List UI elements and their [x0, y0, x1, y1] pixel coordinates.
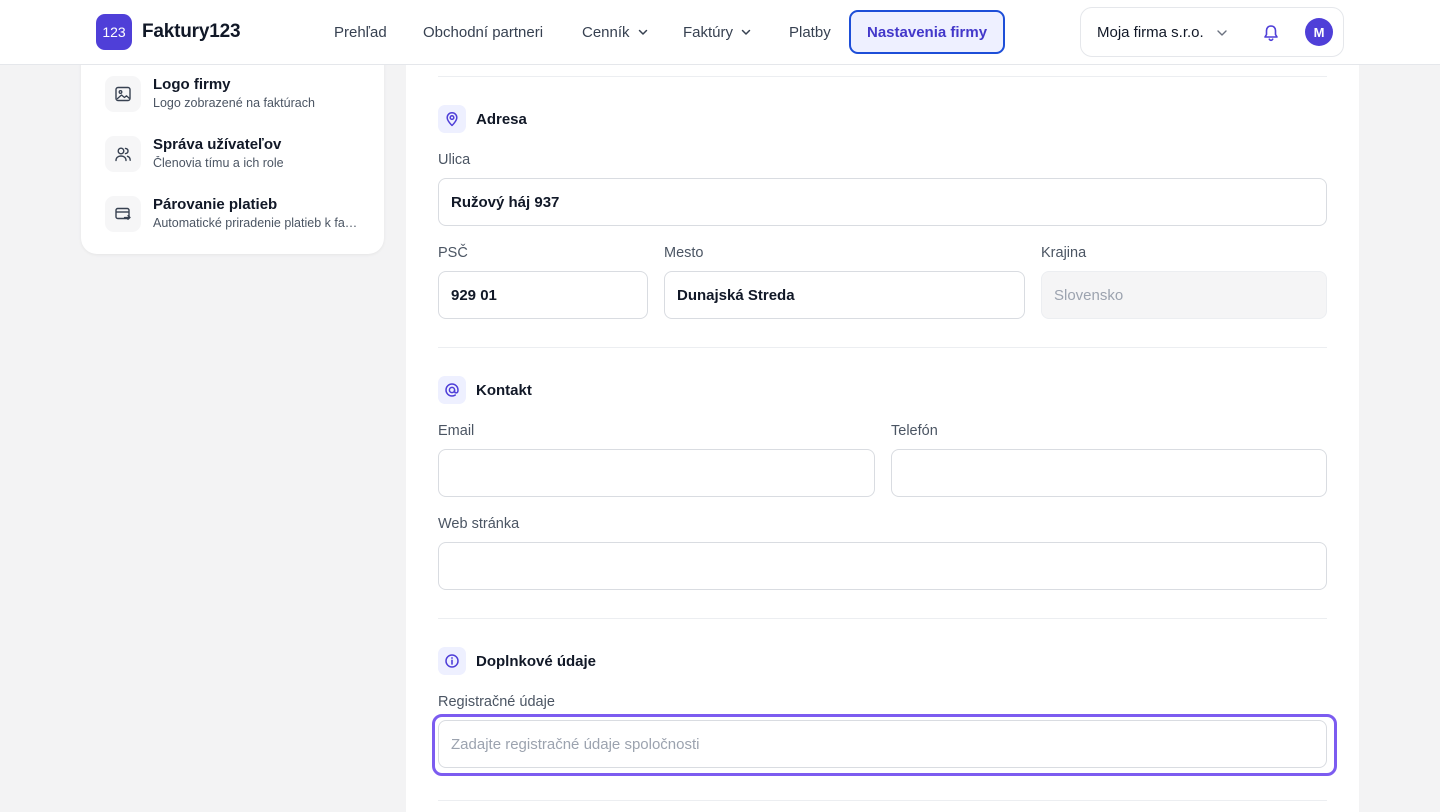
email-field[interactable] — [438, 449, 875, 497]
nav-item-payments[interactable]: Platby — [789, 10, 831, 54]
chevron-down-icon[interactable] — [1216, 27, 1228, 39]
phone-field[interactable] — [891, 449, 1327, 497]
company-settings-form: Adresa Ulica PSČ Mesto Krajina Kontakt E… — [406, 40, 1359, 812]
account-switcher: Moja firma s.r.o. M — [1080, 7, 1344, 57]
section-divider — [438, 76, 1327, 77]
sidebar-item-title: Správa užívateľov — [153, 136, 282, 153]
website-label: Web stránka — [438, 516, 520, 532]
chevron-down-icon — [638, 29, 647, 35]
payment-match-icon — [105, 196, 141, 232]
app-logo-text: 123 — [102, 24, 126, 40]
country-label: Krajina — [1041, 245, 1087, 261]
sidebar-item-subtitle: Automatické priradenie platieb k faktúra… — [153, 216, 363, 230]
sidebar-item-subtitle: Členovia tímu a ich role — [153, 156, 284, 170]
phone-label: Telefón — [891, 423, 938, 439]
bell-icon[interactable] — [1261, 23, 1281, 43]
sidebar-item-company-logo[interactable]: Logo firmy Logo zobrazené na faktúrach — [105, 76, 375, 120]
email-label: Email — [438, 423, 475, 439]
info-icon — [438, 647, 466, 675]
zip-input[interactable] — [438, 271, 648, 319]
location-pin-icon — [438, 105, 466, 133]
zip-label: PSČ — [438, 245, 468, 261]
street-input[interactable] — [438, 178, 1327, 226]
nav-item-label: Nastavenia firmy — [867, 23, 988, 41]
nav-item-label: Cenník — [582, 23, 630, 41]
section-title-contact: Kontakt — [476, 382, 532, 399]
nav-item-label: Obchodní partneri — [423, 23, 544, 41]
sidebar-item-payment-matching[interactable]: Párovanie platieb Automatické priradenie… — [105, 196, 375, 240]
nav-item-company-settings[interactable]: Nastavenia firmy — [849, 10, 1006, 54]
nav-item-overview[interactable]: Prehľad — [334, 10, 387, 54]
avatar-initial: M — [1313, 24, 1325, 40]
settings-sidebar: Logo firmy Logo zobrazené na faktúrach S… — [81, 40, 384, 254]
nav-item-label: Faktúry — [683, 23, 734, 41]
nav-item-label: Platby — [789, 23, 831, 41]
users-icon — [105, 136, 141, 172]
country-input — [1041, 271, 1327, 319]
section-divider — [438, 800, 1327, 801]
app-brand-name[interactable]: Faktury123 — [142, 21, 241, 43]
street-label: Ulica — [438, 152, 471, 168]
sidebar-item-user-management[interactable]: Správa užívateľov Členovia tímu a ich ro… — [105, 136, 375, 180]
app-logo[interactable]: 123 — [96, 14, 132, 50]
registration-label: Registračné údaje — [438, 694, 555, 710]
section-title-additional: Doplnkové údaje — [476, 653, 597, 670]
city-label: Mesto — [664, 245, 704, 261]
top-navigation-bar: 123 Faktury123 Prehľad Obchodní partneri… — [0, 0, 1440, 65]
avatar[interactable]: M — [1305, 18, 1333, 46]
image-icon — [105, 76, 141, 112]
sidebar-item-subtitle: Logo zobrazené na faktúrach — [153, 96, 315, 110]
section-divider — [438, 347, 1327, 348]
chevron-down-icon — [741, 29, 751, 35]
website-field[interactable] — [438, 542, 1327, 590]
nav-item-partners[interactable]: Obchodní partneri — [423, 10, 543, 54]
sidebar-item-title: Párovanie platieb — [153, 196, 278, 213]
sidebar-item-title: Logo firmy — [153, 76, 231, 93]
section-divider — [438, 618, 1327, 619]
nav-item-invoices[interactable]: Faktúry — [683, 10, 751, 54]
nav-item-pricelist[interactable]: Cenník — [582, 10, 648, 54]
firm-selector[interactable]: Moja firma s.r.o. — [1097, 24, 1204, 41]
at-sign-icon — [438, 376, 466, 404]
nav-item-label: Prehľad — [334, 23, 387, 41]
section-title-address: Adresa — [476, 111, 527, 128]
city-input[interactable] — [664, 271, 1025, 319]
registration-input[interactable] — [438, 720, 1327, 768]
